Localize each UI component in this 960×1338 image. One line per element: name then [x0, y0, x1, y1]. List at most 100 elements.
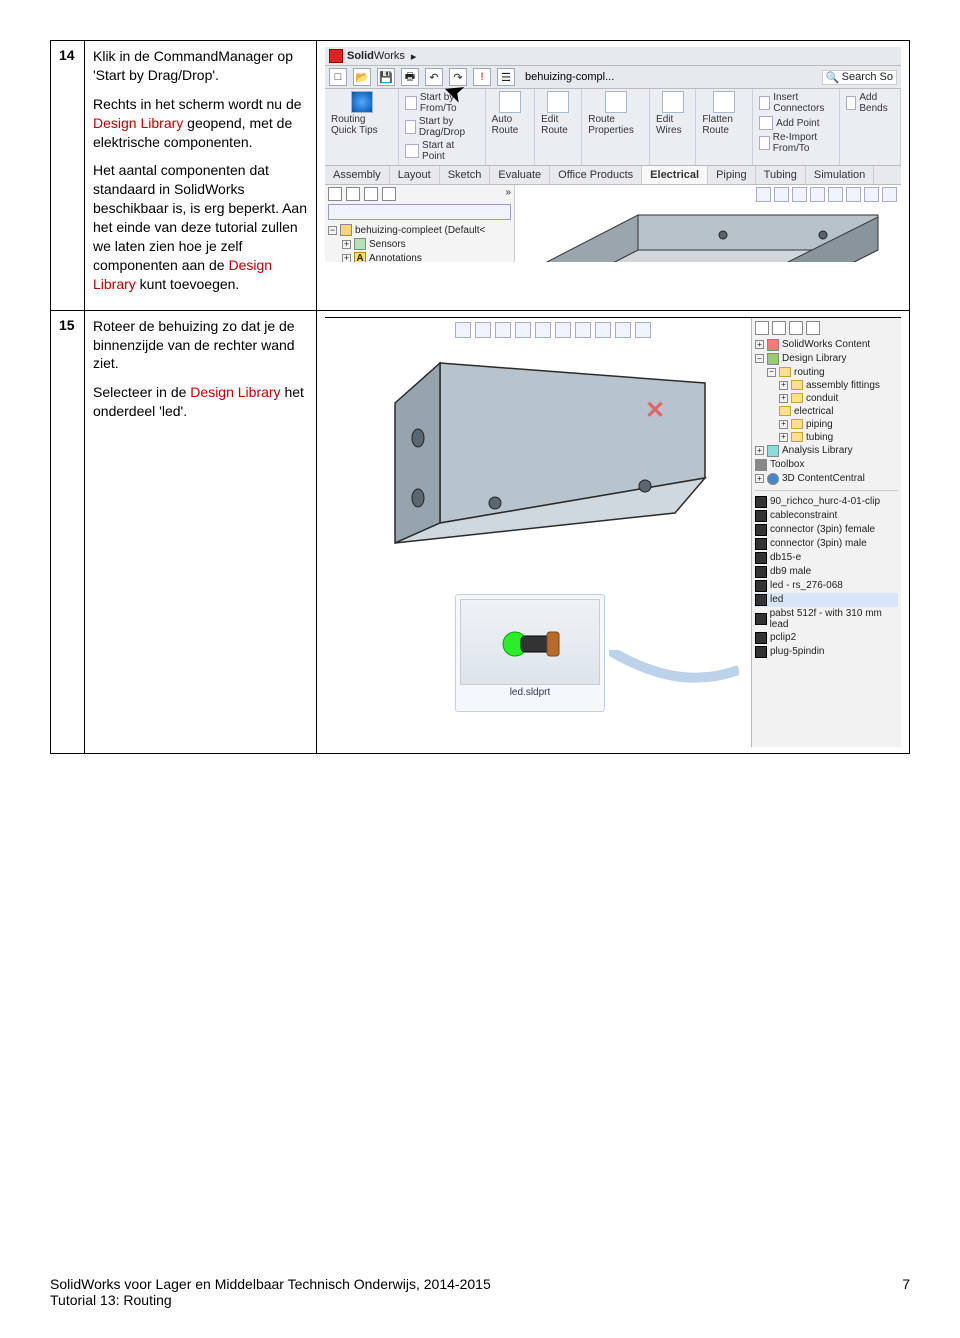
list-item[interactable]: pclip2: [755, 631, 898, 645]
dl-analysis-library[interactable]: +Analysis Library: [755, 444, 898, 458]
start-by-drag-drop[interactable]: Start by Drag/Drop: [405, 115, 478, 139]
graphics-area[interactable]: ✕ led.sldprt: [325, 318, 751, 747]
lbl: Add Point: [776, 118, 819, 129]
solidworks-logo-icon: [329, 49, 343, 63]
step-15-num: 15: [51, 310, 85, 753]
rebuild-icon[interactable]: !: [473, 68, 491, 86]
list-item[interactable]: db15-e: [755, 551, 898, 565]
dl-tubing[interactable]: +tubing: [755, 431, 898, 444]
lbl: routing: [794, 367, 825, 378]
ft-annotations[interactable]: +AAnnotations: [328, 251, 511, 262]
footer-line1: SolidWorks voor Lager en Middelbaar Tech…: [50, 1276, 910, 1292]
undo-icon[interactable]: ↶: [425, 68, 443, 86]
list-item[interactable]: db9 male: [755, 565, 898, 579]
dl-toolbox[interactable]: Toolbox: [755, 458, 898, 472]
doc-name[interactable]: behuizing-compl...: [521, 71, 618, 83]
step-14-text: Klik in de CommandManager op 'Start by D…: [85, 41, 317, 311]
dl-routing[interactable]: −routing: [755, 366, 898, 379]
list-item[interactable]: 90_richco_hurc-4-01-clip: [755, 495, 898, 509]
start-methods: Start by From/To Start by Drag/Drop Star…: [399, 89, 485, 165]
tab-electrical[interactable]: Electrical: [642, 166, 708, 184]
enclosure-inside-view: [385, 348, 725, 548]
t: Rechts in het scherm wordt nu de: [93, 96, 302, 112]
routing-quick-tips[interactable]: Routing Quick Tips: [325, 89, 399, 165]
dl-electrical[interactable]: electrical: [755, 405, 898, 418]
dl-3d-contentcentral[interactable]: +3D ContentCentral: [755, 472, 898, 486]
dl-conduit[interactable]: +conduit: [755, 392, 898, 405]
ft-tab-icon[interactable]: [346, 187, 360, 201]
lbl: led - rs_276-068: [770, 580, 843, 591]
lbl: db15-e: [770, 552, 801, 563]
lbl: piping: [806, 419, 833, 430]
lbl: Toolbox: [770, 459, 804, 470]
lbl: SolidWorks Content: [782, 339, 870, 350]
list-item[interactable]: connector (3pin) male: [755, 537, 898, 551]
list-item[interactable]: plug-5pindin: [755, 645, 898, 659]
dl-nav-icon[interactable]: [806, 321, 820, 335]
lbl: electrical: [794, 406, 833, 417]
graphics-area[interactable]: [515, 185, 901, 262]
new-icon[interactable]: □: [329, 68, 347, 86]
dl-nav-icon[interactable]: [772, 321, 786, 335]
list-item[interactable]: cableconstraint: [755, 509, 898, 523]
lbl: pabst 512f - with 310 mm lead: [770, 608, 898, 630]
lbl: Flatten Route: [702, 114, 746, 136]
ft-sensors[interactable]: +Sensors: [328, 237, 511, 251]
lbl: behuizing-compleet (Default<: [355, 225, 485, 236]
tab-simulation[interactable]: Simulation: [806, 166, 874, 184]
options-icon[interactable]: ☰: [497, 68, 515, 86]
flatten-route[interactable]: Flatten Route: [696, 89, 753, 165]
step-15-screenshot: ✕ led.sldprt: [317, 310, 910, 753]
lbl: pclip2: [770, 632, 796, 643]
open-icon[interactable]: 📂: [353, 68, 371, 86]
list-item[interactable]: led - rs_276-068: [755, 579, 898, 593]
lbl: Edit Route: [541, 114, 575, 136]
lbl: Design Library: [782, 353, 846, 364]
list-item-led[interactable]: led: [755, 593, 898, 607]
auto-route[interactable]: Auto Route: [486, 89, 536, 165]
design-library-tree: +SolidWorks Content −Design Library −rou…: [755, 338, 898, 486]
lbl: Edit Wires: [656, 114, 689, 136]
tab-evaluate[interactable]: Evaluate: [490, 166, 550, 184]
lbl: connector (3pin) female: [770, 524, 875, 535]
ft-tab-icon[interactable]: [382, 187, 396, 201]
tab-office-products[interactable]: Office Products: [550, 166, 642, 184]
insert-connectors[interactable]: Insert Connectors: [759, 91, 833, 115]
callout-line: [609, 650, 739, 686]
tab-sketch[interactable]: Sketch: [440, 166, 491, 184]
ft-tab-icon[interactable]: [364, 187, 378, 201]
tab-assembly[interactable]: Assembly: [325, 166, 390, 184]
dl-solidworks-content[interactable]: +SolidWorks Content: [755, 338, 898, 352]
lbl: 3D ContentCentral: [782, 473, 865, 484]
lbl: Add Bends: [859, 92, 894, 114]
list-item[interactable]: pabst 512f - with 310 mm lead: [755, 607, 898, 631]
dl-assembly-fittings[interactable]: +assembly fittings: [755, 379, 898, 392]
dl-piping[interactable]: +piping: [755, 418, 898, 431]
save-icon[interactable]: 💾: [377, 68, 395, 86]
dl-design-library[interactable]: −Design Library: [755, 352, 898, 366]
step14-p1: Klik in de CommandManager op 'Start by D…: [93, 47, 308, 85]
print-icon[interactable]: 🖶: [401, 68, 419, 86]
tab-layout[interactable]: Layout: [390, 166, 440, 184]
tab-tubing[interactable]: Tubing: [756, 166, 806, 184]
start-at-point[interactable]: Start at Point: [405, 139, 478, 163]
tab-piping[interactable]: Piping: [708, 166, 756, 184]
command-manager: Routing Quick Tips Start by From/To Star…: [325, 89, 901, 166]
lbl: tubing: [806, 432, 833, 443]
search-box[interactable]: 🔍 Search So: [822, 70, 897, 85]
add-point[interactable]: Add Point: [759, 115, 819, 131]
add-bends[interactable]: Add Bends: [846, 91, 894, 115]
dl-nav-icon[interactable]: [755, 321, 769, 335]
ft-root[interactable]: −behuizing-compleet (Default<: [328, 223, 511, 237]
lbl: Re-Import From/To: [773, 132, 833, 154]
route-properties[interactable]: Route Properties: [582, 89, 650, 165]
edit-route[interactable]: Edit Route: [535, 89, 582, 165]
reimport-fromto[interactable]: Re-Import From/To: [759, 131, 833, 155]
enclosure-model: [523, 195, 893, 262]
list-item[interactable]: connector (3pin) female: [755, 523, 898, 537]
ft-filter[interactable]: [328, 204, 511, 220]
ft-tab-icon[interactable]: [328, 187, 342, 201]
lbl: Route Properties: [588, 114, 643, 136]
dl-nav-icon[interactable]: [789, 321, 803, 335]
edit-wires[interactable]: Edit Wires: [650, 89, 696, 165]
